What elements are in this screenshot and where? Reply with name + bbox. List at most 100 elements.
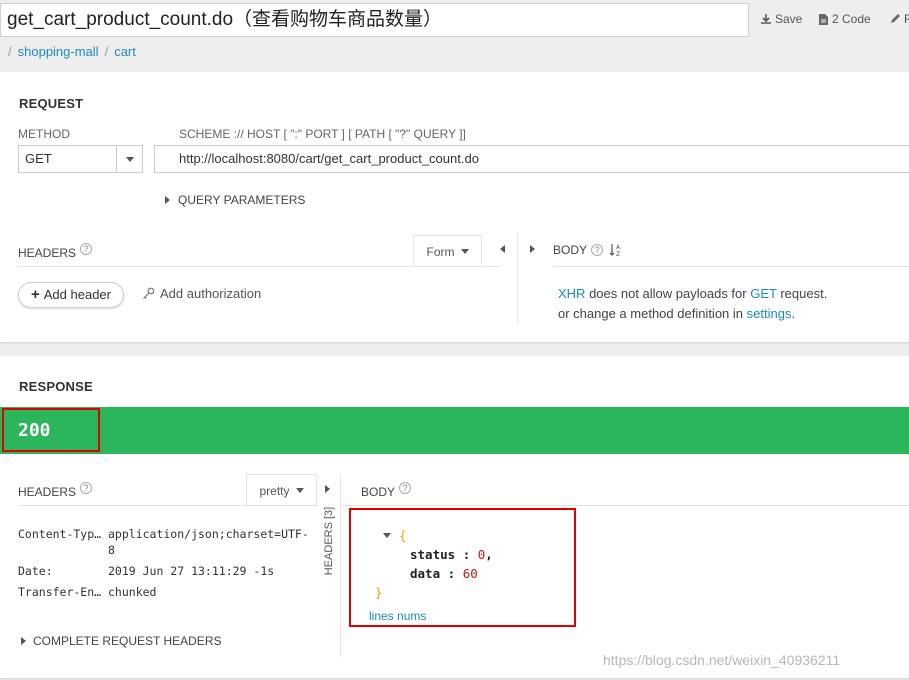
collapse-right-icon[interactable]	[530, 245, 535, 253]
query-parameters-label: QUERY PARAMETERS	[178, 193, 306, 207]
svg-text:A: A	[616, 244, 621, 251]
body-message-text: or change a method definition in	[558, 306, 747, 321]
add-authorization-button[interactable]: Add authorization	[142, 286, 261, 301]
response-body-label: BODY?	[361, 482, 412, 499]
json-key: status	[410, 547, 456, 562]
code-button[interactable]: 2 Code	[818, 12, 871, 26]
pencil-icon	[891, 14, 900, 23]
json-comma: ,	[485, 547, 493, 562]
get-method-text: GET	[750, 286, 777, 301]
response-headers-list: Content-Typ… application/json;charset=UT…	[18, 524, 309, 603]
headers-tab-label: HEADERS [3]	[323, 506, 335, 576]
collapse-left-icon[interactable]	[500, 245, 505, 253]
edit-button[interactable]: F	[889, 12, 909, 26]
lines-nums-toggle[interactable]: lines nums	[369, 609, 426, 623]
download-icon	[761, 14, 771, 24]
divider	[18, 266, 500, 267]
body-message-text: does not allow payloads for	[585, 286, 751, 301]
save-button[interactable]: Save	[760, 12, 802, 26]
edit-label: F	[904, 12, 909, 26]
response-headers-title: HEADERS	[18, 485, 77, 499]
query-parameters-toggle[interactable]: QUERY PARAMETERS	[165, 193, 305, 207]
json-colon: :	[447, 566, 456, 581]
request-headers-label: HEADERS?	[18, 243, 93, 260]
breadcrumb-sep: /	[104, 44, 109, 59]
status-code: 200	[18, 420, 51, 441]
divider	[18, 505, 318, 506]
add-header-button[interactable]: + Add header	[18, 282, 124, 308]
json-colon: :	[462, 547, 471, 562]
sort-icon[interactable]: AZ	[609, 243, 623, 257]
request-name-input[interactable]: get_cart_product_count.do（查看购物车商品数量）	[0, 3, 749, 37]
pretty-label: pretty	[259, 483, 290, 498]
headers-format-select[interactable]: pretty	[246, 474, 317, 506]
complete-request-headers-label: COMPLETE REQUEST HEADERS	[33, 634, 222, 648]
highlight-box	[2, 408, 100, 452]
xhr-link[interactable]: XHR	[558, 286, 585, 301]
header-value: chunked	[108, 585, 157, 599]
divider	[553, 266, 909, 267]
caret-right-icon	[165, 196, 170, 204]
complete-request-headers-toggle[interactable]: COMPLETE REQUEST HEADERS	[21, 634, 221, 648]
help-icon[interactable]: ?	[80, 482, 93, 494]
help-icon[interactable]: ?	[399, 482, 412, 494]
json-brace-close: }	[375, 585, 383, 600]
settings-link[interactable]: settings	[747, 306, 792, 321]
add-header-label: Add header	[43, 287, 111, 302]
collapse-json-icon[interactable]	[383, 533, 391, 538]
collapse-right-icon[interactable]	[325, 485, 330, 493]
header-value: application/json;charset=UTF-	[108, 527, 309, 541]
caret-right-icon	[21, 637, 26, 645]
status-bar	[0, 407, 909, 454]
file-icon	[819, 13, 828, 25]
divider	[341, 505, 909, 506]
request-title: REQUEST	[19, 96, 84, 111]
json-key: data	[410, 566, 441, 581]
chevron-down-icon	[460, 249, 469, 254]
request-headers-title: HEADERS	[18, 246, 77, 260]
headers-side-tab[interactable]: HEADERS [3]	[322, 506, 336, 576]
watermark: https://blog.csdn.net/weixin_40936211	[603, 652, 841, 668]
body-unavailable-message: XHR does not allow payloads for GET requ…	[558, 284, 827, 324]
method-label: METHOD	[18, 127, 70, 141]
response-title: RESPONSE	[19, 379, 93, 394]
method-value: GET	[25, 151, 52, 166]
header-row: Transfer-En… chunked	[18, 582, 309, 603]
breadcrumb-sep: /	[8, 44, 12, 59]
divider	[340, 474, 341, 658]
header-name: Date:	[18, 564, 53, 578]
header-row: Date: 2019 Jun 27 13:11:29 -1s	[18, 561, 309, 582]
body-message-text: .	[791, 306, 796, 321]
chevron-down-icon	[295, 488, 304, 493]
json-brace-open: {	[399, 528, 407, 543]
url-input[interactable]: http://localhost:8080/cart/get_cart_prod…	[154, 145, 909, 173]
url-label: SCHEME :// HOST [ ":" PORT ] [ PATH [ "?…	[179, 127, 466, 141]
breadcrumb-item-project[interactable]: shopping-mall	[18, 44, 99, 59]
plus-icon: +	[31, 286, 40, 303]
response-headers-label: HEADERS?	[18, 482, 93, 499]
json-viewer: { status : 0, data : 60 }	[375, 526, 493, 602]
form-label: Form	[426, 244, 455, 259]
divider	[517, 235, 518, 323]
response-panel: RESPONSE 200 HEADERS? pretty HEADERS [3]…	[0, 356, 909, 678]
chevron-down-icon	[116, 146, 142, 172]
header-value: 2019 Jun 27 13:11:29 -1s	[108, 564, 275, 578]
breadcrumb-item-folder[interactable]: cart	[114, 44, 136, 59]
headers-editor-mode-select[interactable]: Form	[413, 235, 482, 267]
svg-text:Z: Z	[616, 251, 620, 257]
json-value: 60	[462, 566, 478, 581]
request-panel: REQUEST METHOD SCHEME :// HOST [ ":" POR…	[0, 72, 909, 342]
request-body-label: BODY? AZ	[553, 243, 623, 257]
response-body-title: BODY	[361, 485, 396, 499]
body-message-text: request.	[776, 286, 828, 301]
header-name: Transfer-En…	[18, 585, 102, 599]
save-label: Save	[775, 12, 803, 26]
help-icon[interactable]: ?	[80, 243, 93, 255]
code-label: 2 Code	[832, 12, 871, 26]
request-body-title: BODY	[553, 243, 588, 257]
add-authorization-label: Add authorization	[160, 286, 262, 301]
breadcrumb: / shopping-mall / cart	[8, 44, 136, 59]
help-icon[interactable]: ?	[591, 244, 604, 256]
header-name	[18, 540, 108, 561]
method-select[interactable]: GET	[18, 145, 143, 173]
